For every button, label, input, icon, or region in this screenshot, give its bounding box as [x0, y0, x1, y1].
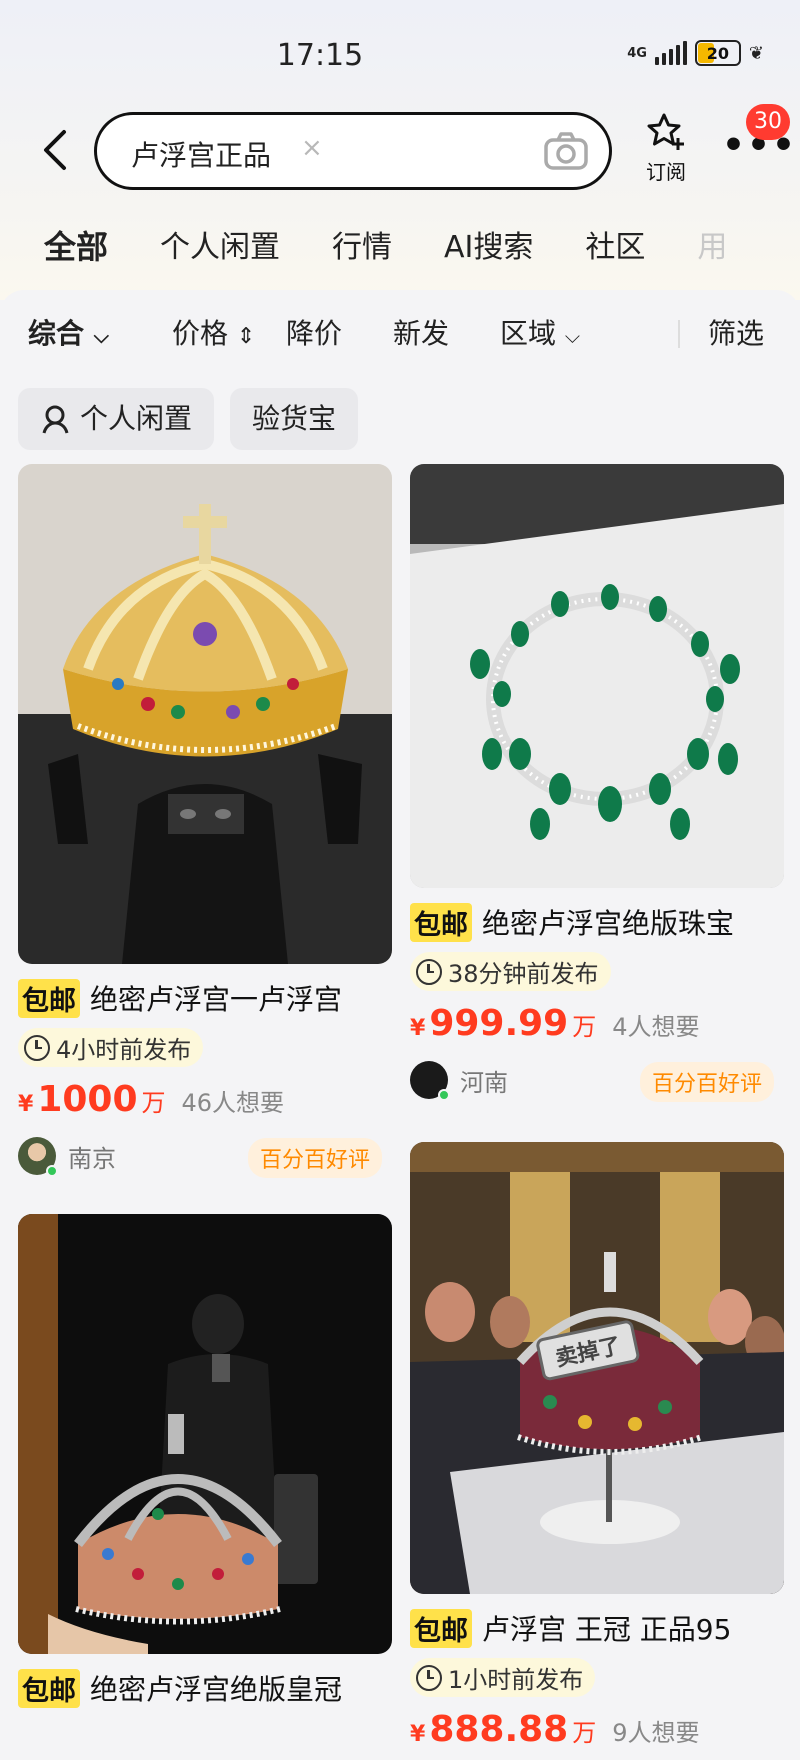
posted-label: 38分钟前发布	[448, 960, 599, 988]
listing-image	[18, 1214, 392, 1654]
clock-icon	[24, 1034, 50, 1061]
posted-time: 4小时前发布	[18, 1028, 204, 1067]
search-query: 卢浮宫正品	[131, 139, 272, 172]
tab-community[interactable]: 社区	[585, 222, 645, 268]
listing-image	[410, 464, 784, 888]
price-row: ¥ 999.99 万 4人想要	[410, 1003, 784, 1044]
sort-icon: ⇕	[236, 324, 256, 349]
crown-museum-image: 卖掉了	[410, 1142, 784, 1594]
wants-count: 46人想要	[181, 1089, 285, 1117]
filter-screen[interactable]: 筛选	[708, 312, 764, 352]
category-tabs: 全部 个人闲置 行情 AI搜索 社区 用	[44, 222, 779, 268]
tab-ai-search[interactable]: AI搜索	[444, 222, 533, 268]
tab-more[interactable]: 用	[697, 222, 727, 268]
posted-time: 1小时前发布	[410, 1658, 596, 1697]
status-indicators: 4G 20 ❦	[627, 40, 764, 66]
crown-image	[18, 464, 392, 964]
star-plus-icon	[647, 113, 684, 150]
free-shipping-tag: 包邮	[18, 1668, 80, 1708]
necklace-image	[410, 464, 784, 888]
listing-title: 绝密卢浮宫绝版珠宝	[482, 907, 735, 940]
rating-badge: 百分百好评	[639, 1062, 774, 1102]
filter-bar: 综合 ⌵ 价格 ⇕ 降价 新发 区域 ⌵ 筛选	[28, 312, 778, 354]
network-type: 4G	[627, 45, 647, 61]
online-indicator	[438, 1089, 450, 1101]
battery-level: 20	[706, 43, 730, 63]
seller-row: 河南 百分百好评	[410, 1060, 784, 1102]
crown-selfie-image	[18, 1214, 392, 1654]
subscribe-label: 订阅	[646, 160, 686, 184]
listing-title: 绝密卢浮宫绝版皇冠	[90, 1673, 343, 1706]
price-unit: 万	[572, 1719, 597, 1747]
status-time: 17:15	[276, 38, 364, 73]
listing-image: 卖掉了	[410, 1142, 784, 1594]
filter-comprehensive[interactable]: 综合 ⌵	[28, 312, 109, 352]
online-indicator	[46, 1165, 58, 1177]
seller-city: 南京	[68, 1144, 116, 1173]
free-shipping-tag: 包邮	[410, 1608, 472, 1648]
rating-badge: 百分百好评	[247, 1138, 382, 1178]
posted-label: 1小时前发布	[448, 1666, 584, 1694]
chevron-left-icon	[44, 130, 66, 170]
divider	[678, 320, 680, 348]
listing-card[interactable]: 卖掉了 包邮 卢浮宫 王冠 正品95 1小时前发布 ¥ 888.88 万 9人想…	[410, 1142, 784, 1750]
back-button[interactable]	[38, 128, 72, 172]
wants-count: 4人想要	[612, 1013, 700, 1041]
search-input[interactable]: 卢浮宫正品 ×	[94, 112, 612, 190]
posted-time: 38分钟前发布	[410, 952, 611, 991]
currency-symbol: ¥	[410, 1016, 426, 1041]
battery-icon: 20	[694, 40, 741, 66]
seller-row: 南京 百分百好评	[18, 1136, 392, 1178]
currency-symbol: ¥	[410, 1722, 426, 1747]
tab-personal[interactable]: 个人闲置	[160, 222, 280, 268]
price-row: ¥ 888.88 万 9人想要	[410, 1709, 784, 1750]
chip-personal[interactable]: 个人闲置	[18, 388, 215, 450]
listing-card[interactable]: 包邮 绝密卢浮宫绝版皇冠	[18, 1214, 392, 1708]
filter-label: 区域	[500, 317, 557, 350]
filter-label: 价格	[172, 317, 229, 350]
avatar[interactable]	[18, 1137, 58, 1177]
currency-symbol: ¥	[18, 1092, 34, 1117]
price-unit: 万	[141, 1089, 166, 1117]
avatar[interactable]	[410, 1061, 450, 1101]
clear-icon[interactable]: ×	[301, 133, 323, 163]
camera-icon[interactable]	[541, 127, 591, 177]
tab-market[interactable]: 行情	[332, 222, 392, 268]
filter-new[interactable]: 新发	[393, 312, 449, 352]
chip-inspection[interactable]: 验货宝	[230, 388, 359, 450]
message-badge: 30	[746, 104, 790, 140]
chevron-down-icon: ⌵	[93, 324, 109, 348]
price: 888.88	[429, 1709, 569, 1750]
person-icon	[42, 405, 69, 434]
listing-image	[18, 464, 392, 964]
filter-label: 综合	[28, 317, 85, 350]
price-row: ¥ 1000 万 46人想要	[18, 1079, 392, 1120]
price: 1000	[37, 1079, 138, 1120]
price: 999.99	[429, 1003, 569, 1044]
leaf-icon: ❦	[748, 42, 764, 64]
clock-icon	[416, 958, 442, 985]
signal-icon	[654, 41, 687, 65]
tab-all[interactable]: 全部	[44, 222, 109, 268]
free-shipping-tag: 包邮	[18, 978, 80, 1018]
chip-label: 个人闲置	[80, 402, 193, 435]
filter-price-drop[interactable]: 降价	[286, 312, 342, 352]
price-unit: 万	[572, 1013, 597, 1041]
wants-count: 9人想要	[612, 1719, 700, 1747]
listing-title: 卢浮宫 王冠 正品95	[482, 1613, 732, 1646]
quick-chips: 个人闲置 验货宝	[18, 388, 359, 450]
filter-price[interactable]: 价格 ⇕	[172, 312, 255, 352]
posted-label: 4小时前发布	[56, 1036, 192, 1064]
free-shipping-tag: 包邮	[410, 902, 472, 942]
filter-region[interactable]: 区域 ⌵	[500, 312, 580, 352]
chevron-down-icon: ⌵	[564, 324, 581, 348]
listing-title: 绝密卢浮宫一卢浮宫	[90, 983, 343, 1016]
clock-icon	[416, 1664, 442, 1691]
listing-card[interactable]: 包邮 绝密卢浮宫一卢浮宫 4小时前发布 ¥ 1000 万 46人想要 南京 百分…	[18, 464, 392, 1178]
subscribe-button[interactable]: 订阅	[636, 112, 696, 185]
seller-city: 河南	[460, 1068, 508, 1097]
listing-card[interactable]: 包邮 绝密卢浮宫绝版珠宝 38分钟前发布 ¥ 999.99 万 4人想要 河南 …	[410, 464, 784, 1102]
